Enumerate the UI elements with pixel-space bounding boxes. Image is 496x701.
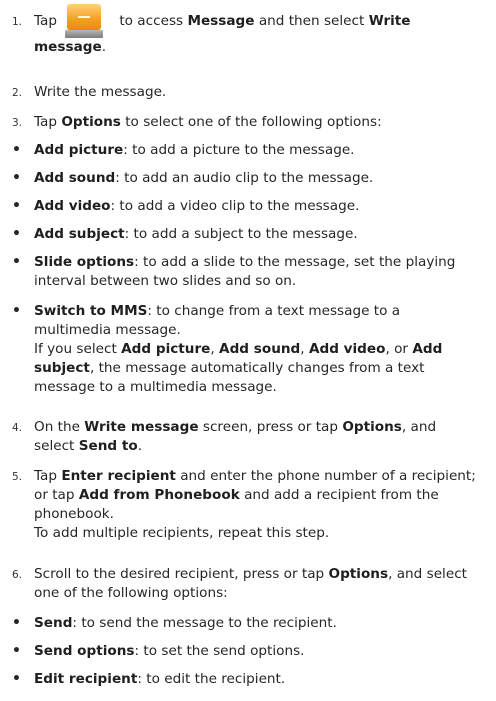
bullet: •	[12, 643, 21, 659]
step-1-text: Tap to access Message and then select Wr…	[34, 4, 476, 57]
step-number: 4.	[12, 422, 23, 434]
instructions-document: 1. Tap to access Message and then select…	[0, 0, 496, 701]
bullet: •	[12, 170, 21, 186]
message-app-icon[interactable]	[65, 4, 104, 38]
step-number: 3.	[12, 117, 23, 129]
step-number: 1.	[12, 16, 23, 28]
bullet: •	[12, 198, 21, 214]
step-number: 2.	[12, 87, 23, 99]
bullet: •	[12, 303, 21, 319]
step-5-text: Tap Enter recipient and enter the phone …	[34, 468, 476, 541]
bullet: •	[12, 142, 21, 158]
step-2-text: Write the message.	[34, 84, 167, 100]
bullet: •	[12, 254, 21, 270]
message-label: Message	[187, 13, 255, 29]
step-6-text: Scroll to the desired recipient, press o…	[34, 566, 468, 601]
bullet: •	[12, 671, 21, 687]
bullet: •	[12, 615, 21, 631]
step-number: 5.	[12, 471, 23, 483]
step-number: 6.	[12, 569, 23, 581]
bullet: •	[12, 226, 21, 242]
step-3-text: Tap Options to select one of the followi…	[34, 114, 382, 130]
step-1-tap: Tap	[34, 13, 58, 29]
step-4-text: On the Write message screen, press or ta…	[34, 419, 437, 454]
step-5-note: To add multiple recipients, repeat this …	[34, 525, 330, 541]
